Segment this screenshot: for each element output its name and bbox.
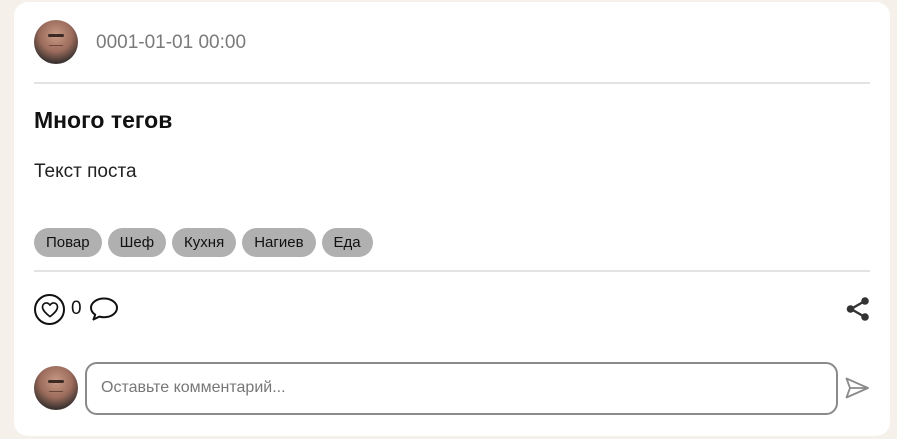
author-avatar[interactable]	[34, 20, 78, 64]
post-card: 0001-01-01 00:00 Много тегов Текст поста…	[14, 2, 890, 436]
post-date: 0001-01-01 00:00	[96, 31, 247, 53]
like-button[interactable]	[34, 293, 65, 325]
comment-button[interactable]	[88, 296, 120, 322]
share-icon	[846, 297, 869, 321]
like-count: 0	[71, 298, 82, 319]
divider	[34, 82, 870, 84]
post-title: Много тегов	[34, 107, 173, 133]
send-icon	[845, 377, 869, 399]
tag-chip[interactable]: Еда	[321, 228, 373, 257]
heart-icon	[41, 301, 58, 317]
divider	[34, 270, 870, 272]
tag-chip[interactable]: Повар	[34, 228, 102, 257]
tag-chip[interactable]: Кухня	[172, 228, 237, 257]
share-button[interactable]	[846, 296, 870, 322]
post-text: Текст поста	[34, 161, 137, 182]
tag-chip[interactable]: Нагиев	[242, 228, 316, 257]
send-button[interactable]	[844, 376, 870, 400]
tag-list: Повар Шеф Кухня Нагиев Еда	[34, 228, 373, 257]
comment-form	[34, 361, 870, 415]
post-header: 0001-01-01 00:00	[34, 20, 870, 64]
tag-chip[interactable]: Шеф	[107, 228, 167, 257]
post-actions: 0	[34, 292, 870, 326]
current-user-avatar	[34, 366, 78, 410]
speech-bubble-icon	[89, 297, 118, 321]
comment-input[interactable]	[85, 361, 838, 415]
